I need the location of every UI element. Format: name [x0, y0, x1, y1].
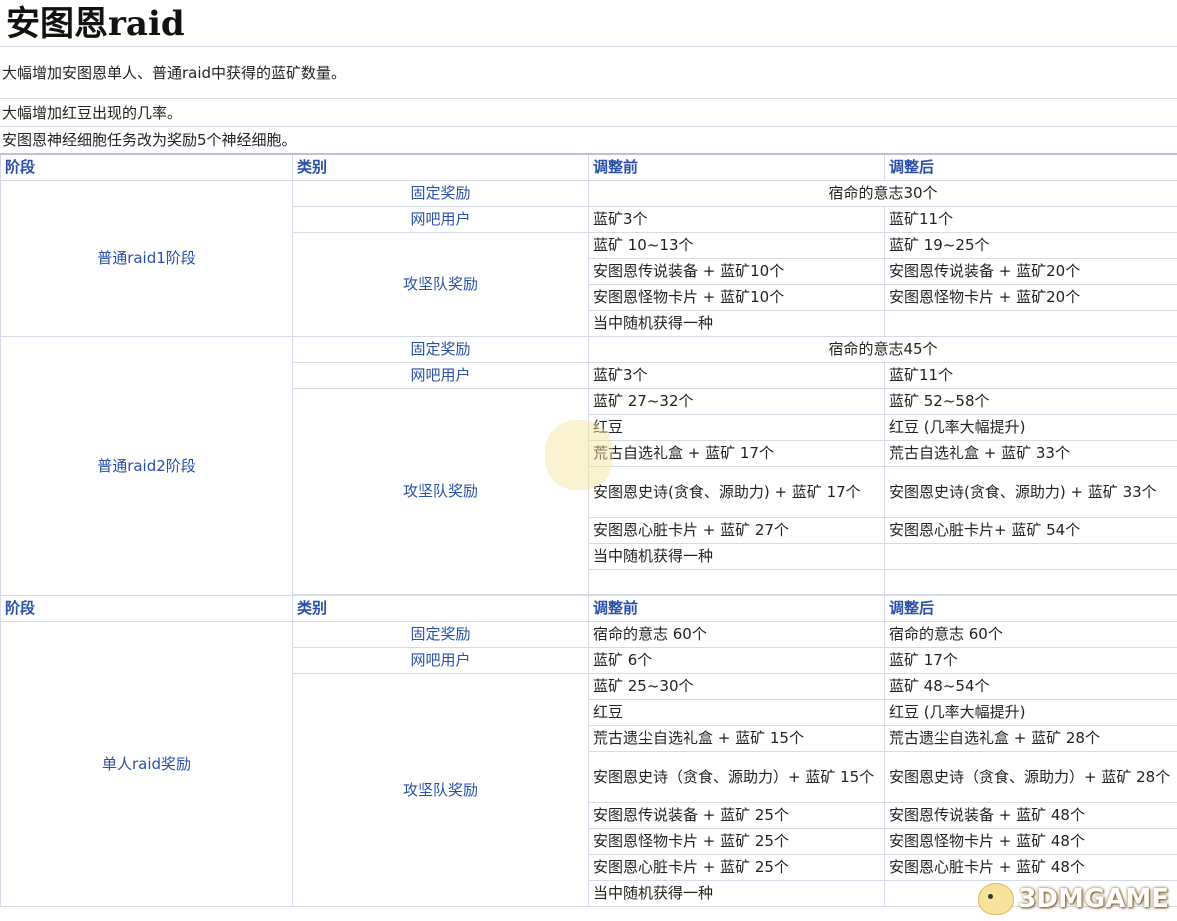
cell-after: 安图恩怪物卡片 + 蓝矿 48个	[884, 828, 1177, 855]
blank-cell	[588, 569, 885, 595]
cell-after	[884, 310, 1177, 337]
note-3: 安图恩神经细胞任务改为奖励5个神经细胞。	[2, 131, 297, 149]
cell-before: 蓝矿 6个	[588, 647, 885, 674]
random-note: 当中随机获得一种	[588, 880, 885, 907]
category-raid-team: 攻坚队奖励	[292, 232, 589, 337]
header-after: 调整后	[884, 595, 1177, 622]
stage-solo: 单人raid奖励	[0, 621, 293, 907]
cell-after: 安图恩心脏卡片+ 蓝矿 54个	[884, 517, 1177, 544]
cell-after: 红豆 (几率大幅提升)	[884, 414, 1177, 441]
category-raid-team: 攻坚队奖励	[292, 388, 589, 595]
category-fixed: 固定奖励	[292, 336, 589, 363]
table-row: 单人raid奖励 固定奖励 宿命的意志 60个 宿命的意志 60个	[0, 621, 1177, 907]
note-2: 大幅增加红豆出现的几率。	[2, 104, 183, 122]
cell-before: 蓝矿 10~13个	[588, 232, 885, 259]
cell-before: 蓝矿 25~30个	[588, 673, 885, 700]
cell-after: 红豆 (几率大幅提升)	[884, 699, 1177, 726]
cell-before: 安图恩心脏卡片 + 蓝矿 25个	[588, 854, 885, 881]
header-before: 调整前	[588, 595, 885, 622]
cell-before: 荒古自选礼盒 + 蓝矿 17个	[588, 440, 885, 467]
cell-after: 荒古遗尘自选礼盒 + 蓝矿 28个	[884, 725, 1177, 752]
header-after: 调整后	[884, 153, 1177, 181]
reward-table: 阶段 类别 调整前 调整后 普通raid1阶段 固定奖励 宿命的意志30个 网吧…	[0, 153, 1177, 907]
cell-after	[884, 543, 1177, 570]
cell-after: 安图恩史诗（贪食、源助力）+ 蓝矿 28个	[884, 751, 1177, 803]
divider	[0, 98, 1177, 99]
cell-before: 安图恩史诗(贪食、源助力) + 蓝矿 17个	[588, 466, 885, 518]
cell-before: 宿命的意志 60个	[588, 621, 885, 648]
cell-before: 安图恩怪物卡片 + 蓝矿10个	[588, 284, 885, 311]
page-title: 安图恩raid	[6, 4, 185, 44]
cell-after: 安图恩史诗(贪食、源助力) + 蓝矿 33个	[884, 466, 1177, 518]
fixed-reward: 宿命的意志45个	[588, 336, 1177, 363]
mascot-icon	[978, 883, 1015, 915]
cell-after: 安图恩怪物卡片 + 蓝矿20个	[884, 284, 1177, 311]
cell-after: 蓝矿 17个	[884, 647, 1177, 674]
header-category: 类别	[292, 153, 589, 181]
cell-before: 安图恩史诗（贪食、源助力）+ 蓝矿 15个	[588, 751, 885, 803]
category-netcafe: 网吧用户	[292, 206, 589, 233]
cell-after: 蓝矿 52~58个	[884, 388, 1177, 415]
table-row: 普通raid2阶段 固定奖励 宿命的意志45个	[0, 336, 1177, 596]
cell-before: 蓝矿3个	[588, 362, 885, 389]
category-fixed: 固定奖励	[292, 180, 589, 207]
category-raid-team: 攻坚队奖励	[292, 673, 589, 907]
fixed-reward: 宿命的意志30个	[588, 180, 1177, 207]
stage-raid1: 普通raid1阶段	[0, 180, 293, 337]
divider	[0, 126, 1177, 127]
cell-after: 安图恩传说装备 + 蓝矿20个	[884, 258, 1177, 285]
cell-before: 安图恩心脏卡片 + 蓝矿 27个	[588, 517, 885, 544]
watermark: 3DMGAME	[978, 883, 1169, 915]
divider	[0, 46, 1177, 47]
stage-raid2: 普通raid2阶段	[0, 336, 293, 596]
cell-after: 宿命的意志 60个	[884, 621, 1177, 648]
table-row: 普通raid1阶段 固定奖励 宿命的意志30个	[0, 180, 1177, 337]
cell-after: 蓝矿11个	[884, 362, 1177, 389]
random-note: 当中随机获得一种	[588, 543, 885, 570]
cell-before: 安图恩传说装备 + 蓝矿10个	[588, 258, 885, 285]
cell-after: 蓝矿 48~54个	[884, 673, 1177, 700]
cell-before: 红豆	[588, 414, 885, 441]
category-netcafe: 网吧用户	[292, 362, 589, 389]
cell-before: 荒古遗尘自选礼盒 + 蓝矿 15个	[588, 725, 885, 752]
watermark-text: 3DMGAME	[1018, 884, 1169, 914]
cell-after: 安图恩传说装备 + 蓝矿 48个	[884, 802, 1177, 829]
blank-cell	[884, 569, 1177, 595]
cell-after: 荒古自选礼盒 + 蓝矿 33个	[884, 440, 1177, 467]
cell-before: 蓝矿3个	[588, 206, 885, 233]
cell-after: 蓝矿 19~25个	[884, 232, 1177, 259]
header-before: 调整前	[588, 153, 885, 181]
table-header-row: 阶段 类别 调整前 调整后	[0, 153, 1177, 181]
cell-before: 安图恩传说装备 + 蓝矿 25个	[588, 802, 885, 829]
table-header-row: 阶段 类别 调整前 调整后	[0, 595, 1177, 622]
cell-before: 安图恩怪物卡片 + 蓝矿 25个	[588, 828, 885, 855]
cell-before: 蓝矿 27~32个	[588, 388, 885, 415]
cell-after: 安图恩心脏卡片 + 蓝矿 48个	[884, 854, 1177, 881]
note-1: 大幅增加安图恩单人、普通raid中获得的蓝矿数量。	[2, 64, 347, 82]
header-stage: 阶段	[0, 595, 293, 622]
header-stage: 阶段	[0, 153, 293, 181]
header-category: 类别	[292, 595, 589, 622]
category-netcafe: 网吧用户	[292, 647, 589, 674]
cell-before: 红豆	[588, 699, 885, 726]
cell-after: 蓝矿11个	[884, 206, 1177, 233]
category-fixed: 固定奖励	[292, 621, 589, 648]
random-note: 当中随机获得一种	[588, 310, 885, 337]
